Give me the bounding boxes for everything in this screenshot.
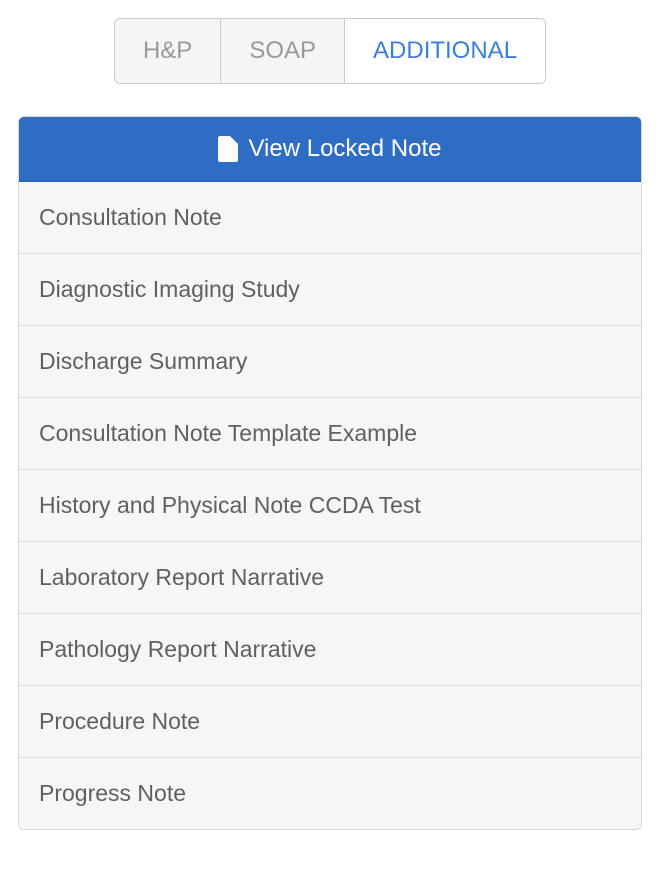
list-item[interactable]: Consultation Note Template Example: [19, 397, 641, 469]
list-item[interactable]: Procedure Note: [19, 685, 641, 757]
tab-hp[interactable]: H&P: [115, 19, 221, 83]
notes-panel: View Locked Note Consultation Note Diagn…: [18, 116, 642, 830]
file-icon: [218, 136, 238, 162]
list-item[interactable]: Discharge Summary: [19, 325, 641, 397]
view-locked-note-label: View Locked Note: [248, 135, 441, 163]
list-item[interactable]: History and Physical Note CCDA Test: [19, 469, 641, 541]
list-item[interactable]: Diagnostic Imaging Study: [19, 253, 641, 325]
tab-additional[interactable]: ADDITIONAL: [345, 19, 545, 83]
list-item[interactable]: Consultation Note: [19, 182, 641, 253]
view-locked-note-button[interactable]: View Locked Note: [18, 116, 642, 182]
notes-list: Consultation Note Diagnostic Imaging Stu…: [19, 182, 641, 829]
list-item[interactable]: Progress Note: [19, 757, 641, 829]
list-item[interactable]: Pathology Report Narrative: [19, 613, 641, 685]
tab-bar: H&P SOAP ADDITIONAL: [18, 18, 642, 84]
list-item[interactable]: Laboratory Report Narrative: [19, 541, 641, 613]
tab-group: H&P SOAP ADDITIONAL: [114, 18, 546, 84]
tab-soap[interactable]: SOAP: [221, 19, 345, 83]
